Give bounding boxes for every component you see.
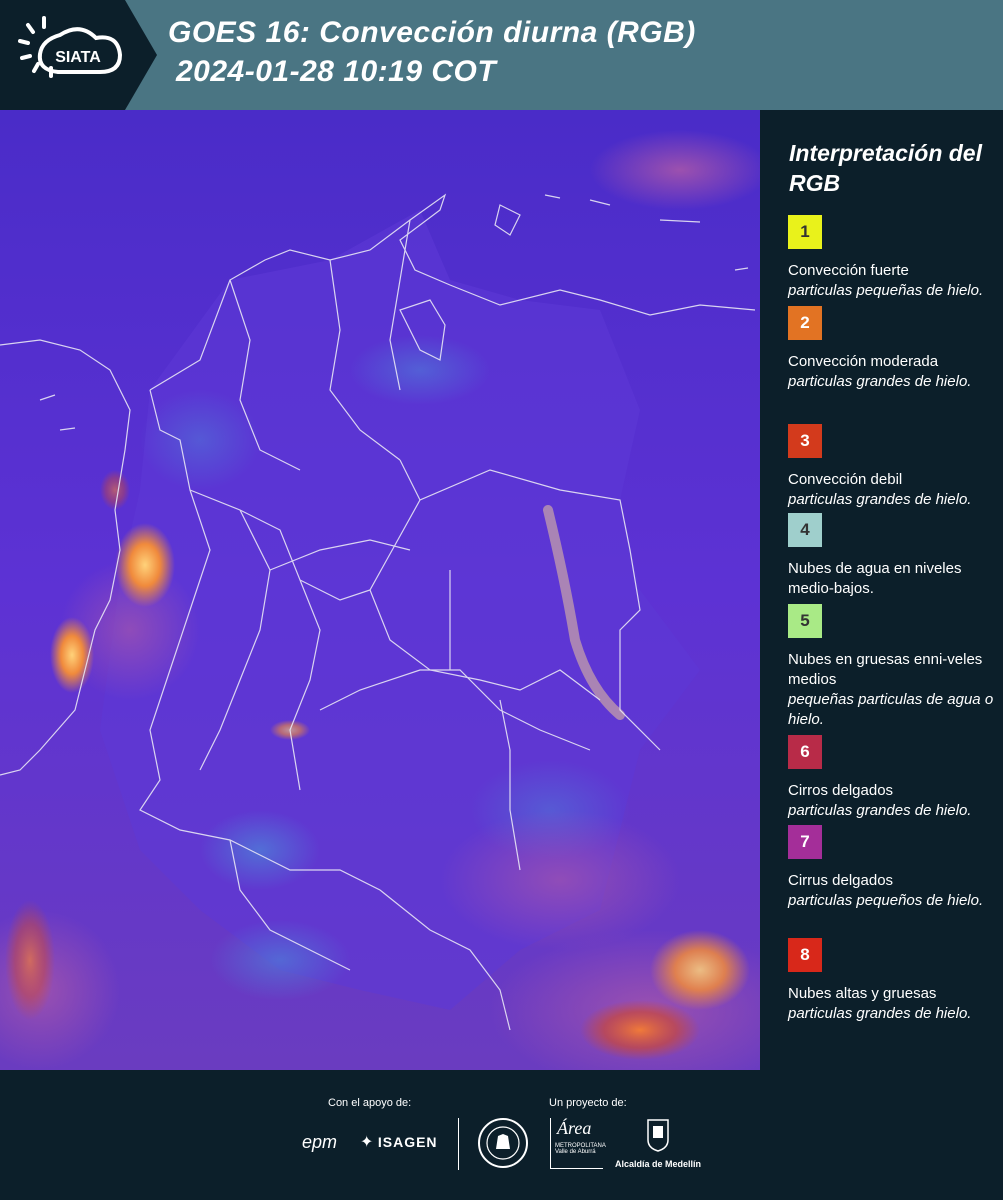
legend-swatch: 2	[788, 306, 822, 340]
header-bar: SIATA GOES 16: Convección diurna (RGB) 2…	[0, 0, 1003, 110]
legend-item: 2 Convección moderada particulas grandes d…	[788, 306, 998, 392]
legend-sublabel: particulas grandes de hielo.	[788, 491, 972, 508]
legend-swatch: 3	[788, 424, 822, 458]
isagen-logo: ✦ ISAGEN	[360, 1132, 438, 1152]
legend-label: Nubes de agua en niveles medio-bajos.	[788, 560, 962, 597]
legend-swatch: 4	[788, 513, 822, 547]
area-logo-sub2: Valle de Aburrá	[555, 1149, 596, 1155]
legend-swatch: 6	[788, 735, 822, 769]
legend-sublabel: particulas pequeños de hielo.	[788, 892, 984, 909]
legend-item: 6 Cirros delgados particulas grandes de hi…	[788, 735, 998, 821]
legend-item: 3 Convección debil particulas grandes de h…	[788, 424, 998, 510]
legend-label: Convección debil	[788, 471, 903, 488]
alcaldia-shield-icon	[647, 1119, 669, 1152]
legend-label: Convección moderada	[788, 353, 939, 370]
legend-sublabel: particulas grandes de hielo.	[788, 802, 972, 819]
support-label: Con el apoyo de:	[328, 1097, 412, 1109]
satellite-map[interactable]	[0, 110, 760, 1070]
legend-label: Cirrus delgados	[788, 872, 894, 889]
area-logo-text: Área	[557, 1118, 592, 1138]
legend-sublabel: particulas grandes de hielo.	[788, 1005, 972, 1022]
legend-title: Interpretación del RGB	[789, 140, 982, 196]
legend-sublabel: particulas pequeñas de hielo.	[788, 282, 984, 299]
legend-item: 7 Cirrus delgados particulas pequeños de h…	[788, 825, 998, 911]
siata-logo-panel: SIATA	[0, 0, 157, 110]
page-timestamp: 2024-01-28 10:19 COT	[176, 55, 497, 88]
legend-item: 8 Nubes altas y gruesas particulas grandes…	[788, 938, 998, 1024]
isagen-mark-icon: ✦	[360, 1134, 374, 1151]
legend-sublabel: pequeñas particulas de agua o hielo.	[788, 691, 994, 728]
legend-label: Nubes altas y gruesas	[788, 985, 937, 1002]
seal-logo-icon	[478, 1118, 528, 1168]
isagen-logo-text: ISAGEN	[377, 1134, 438, 1150]
legend-label: Convección fuerte	[788, 262, 909, 279]
area-metropolitana-logo: Área METROPOLITANA Valle de Aburrá	[550, 1118, 606, 1169]
legend-item: 4 Nubes de agua en niveles medio-bajos.	[788, 513, 998, 599]
legend-swatch: 8	[788, 938, 822, 972]
legend-panel: Interpretación del RGB 1 Convección fuert…	[762, 110, 1003, 1070]
legend-swatch: 7	[788, 825, 822, 859]
legend-sublabel: particulas grandes de hielo.	[788, 373, 972, 390]
satellite-image	[0, 110, 760, 1070]
legend-label: Cirros delgados	[788, 782, 894, 799]
alcaldia-logo-text: Alcaldía de Medellín	[614, 1159, 702, 1169]
footer: Con el apoyo de: Un proyecto de: epm ✦ I…	[0, 1070, 1003, 1200]
page-title: GOES 16: Convección diurna (RGB)	[168, 16, 696, 49]
legend-item: 1 Convección fuerte particulas pequeñas de…	[788, 215, 998, 301]
legend-swatch: 5	[788, 604, 822, 638]
siata-logo-text: SIATA	[55, 49, 101, 66]
alcaldia-logo: Alcaldía de Medellín	[613, 1118, 703, 1169]
epm-logo: epm	[302, 1132, 338, 1152]
legend-item: 5 Nubes en gruesas enni-veles medios peque…	[788, 604, 998, 730]
legend-label: Nubes en gruesas enni-veles medios	[788, 651, 983, 688]
footer-divider	[458, 1118, 459, 1170]
project-label: Un proyecto de:	[549, 1097, 627, 1109]
legend-swatch: 1	[788, 215, 822, 249]
